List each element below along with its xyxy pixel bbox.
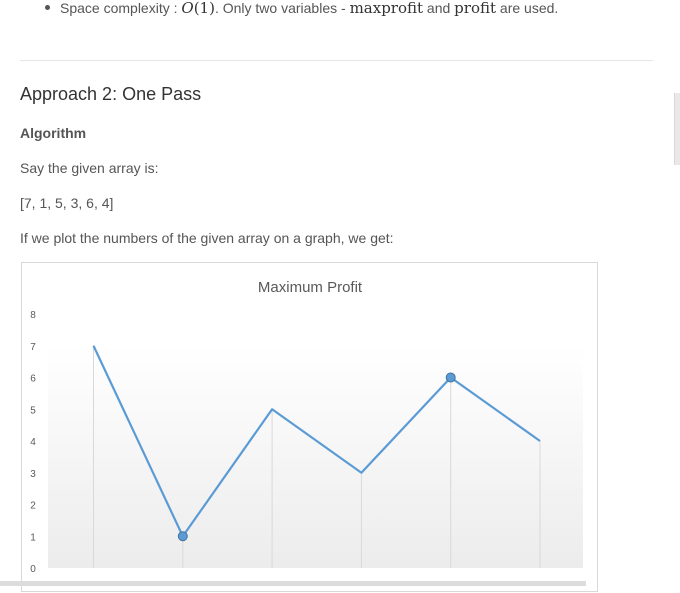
algorithm-heading: Algorithm bbox=[20, 125, 87, 141]
y-tick-label: 2 bbox=[30, 501, 36, 512]
var-maxprofit: maxprofit bbox=[349, 0, 424, 17]
complexity-math: O(1) bbox=[181, 0, 215, 17]
y-tick-label: 7 bbox=[30, 342, 36, 353]
horizontal-scrollbar[interactable] bbox=[0, 581, 586, 586]
y-tick-label: 1 bbox=[30, 532, 36, 543]
y-tick-label: 8 bbox=[30, 310, 36, 321]
y-tick-label: 3 bbox=[30, 469, 36, 480]
chart-title: Maximum Profit bbox=[258, 279, 363, 296]
plot-text: If we plot the numbers of the given arra… bbox=[20, 230, 394, 246]
plot-area bbox=[48, 345, 583, 568]
bullet-point bbox=[45, 5, 50, 10]
highlight-point bbox=[177, 531, 188, 542]
chart-container: Maximum Profit 0 1 2 3 4 5 6 7 8 bbox=[21, 262, 598, 592]
var-profit: profit bbox=[454, 0, 497, 17]
y-tick-label: 0 bbox=[30, 564, 36, 575]
complexity-text: . Only two variables - bbox=[214, 0, 350, 16]
array-text: [7, 1, 5, 3, 6, 4] bbox=[20, 195, 114, 211]
scrollbar-thumb[interactable] bbox=[674, 93, 680, 165]
complexity-label: Space complexity : bbox=[60, 0, 182, 16]
space-complexity-line: Space complexity : O(1). Only two variab… bbox=[60, 0, 558, 18]
highlight-point bbox=[445, 372, 456, 383]
maximum-profit-chart: Maximum Profit 0 1 2 3 4 5 6 7 8 bbox=[30, 279, 583, 575]
y-tick-label: 5 bbox=[30, 405, 36, 416]
math-arg: (1) bbox=[193, 0, 215, 17]
math-O: O bbox=[181, 0, 194, 17]
and-text: and bbox=[423, 0, 455, 16]
section-title: Approach 2: One Pass bbox=[20, 84, 202, 104]
section-divider bbox=[20, 60, 653, 61]
y-tick-label: 6 bbox=[30, 374, 36, 385]
y-tick-label: 4 bbox=[30, 437, 36, 448]
complexity-end: are used. bbox=[496, 0, 559, 16]
intro-text: Say the given array is: bbox=[20, 160, 159, 176]
